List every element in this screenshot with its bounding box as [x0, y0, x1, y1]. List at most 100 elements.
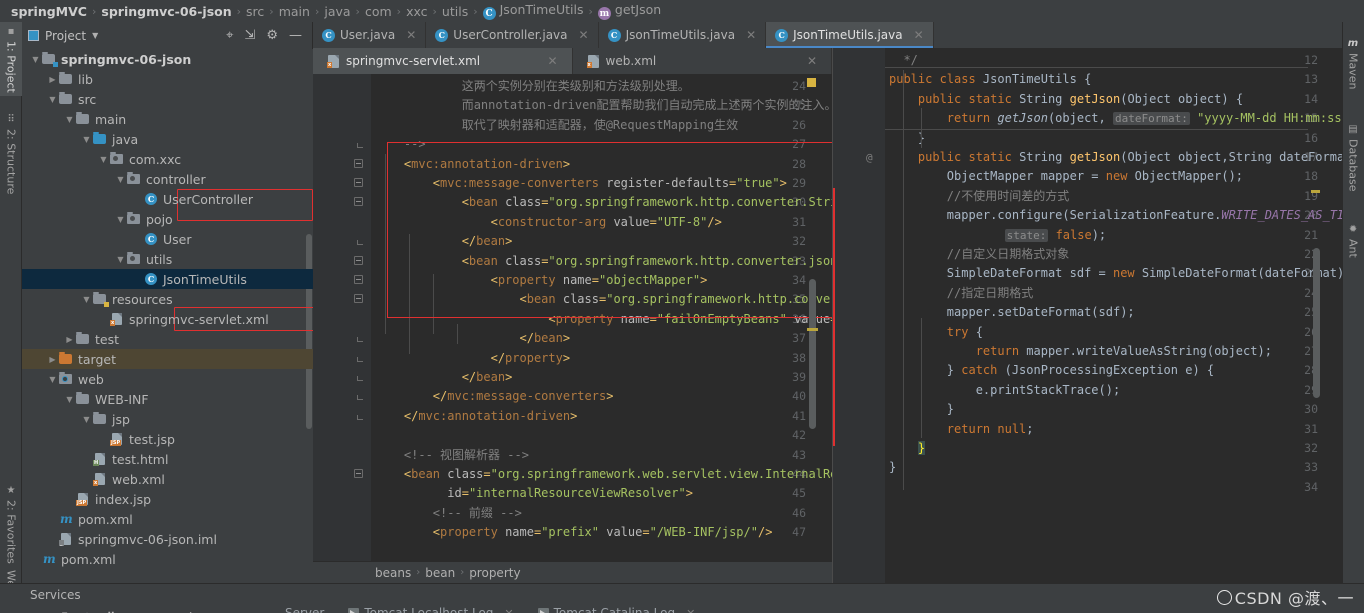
- tree-node-target[interactable]: ▶ target: [22, 349, 313, 369]
- breadcrumb-item-com[interactable]: com: [362, 4, 395, 19]
- tree-node-test[interactable]: ▶ test: [22, 329, 313, 349]
- settings-gear-icon[interactable]: ⚙: [266, 29, 278, 42]
- editor-tab-jsontimeutils-java-3[interactable]: C JsonTimeUtils.java ✕: [766, 22, 934, 48]
- chevron-down-icon[interactable]: ▼: [47, 375, 58, 384]
- breadcrumb-item-getjson[interactable]: m getJson: [595, 2, 664, 21]
- java-code-view[interactable]: 12 */13 public class JsonTimeUtils {14 pu…: [833, 48, 1342, 583]
- code-folding-toggle[interactable]: [354, 469, 363, 478]
- chevron-down-icon[interactable]: ▼: [47, 95, 58, 104]
- code-folding-toggle[interactable]: [354, 372, 363, 381]
- tree-node-resources[interactable]: ▼ resources: [22, 289, 313, 309]
- xml-tab-springmvc-servlet-xml[interactable]: x springmvc-servlet.xml ✕: [313, 48, 573, 74]
- java-vertical-scrollbar[interactable]: [1313, 248, 1320, 398]
- close-icon[interactable]: ✕: [504, 607, 513, 613]
- xml-code-view[interactable]: 24 这两个实例分别在类级别和方法级别处理。 25 而annotation-dri…: [313, 74, 832, 561]
- tree-node-pom-xml[interactable]: ▶mpom.xml: [22, 509, 313, 529]
- editor-tab-user-java-0[interactable]: C User.java ✕: [313, 22, 427, 48]
- code-folding-toggle[interactable]: [354, 178, 363, 187]
- xml-tab-web-xml[interactable]: x web.xml ✕: [573, 48, 832, 74]
- tree-node-user[interactable]: ▶CUser: [22, 229, 313, 249]
- tree-node-jsp[interactable]: ▼ jsp: [22, 409, 313, 429]
- close-icon[interactable]: ✕: [547, 54, 557, 68]
- code-folding-toggle[interactable]: [354, 158, 363, 168]
- tree-node-springmvc-06-json[interactable]: ▼ springmvc-06-json: [22, 49, 313, 69]
- tree-node-springmvc-servlet-xml[interactable]: ▶xspringmvc-servlet.xml: [22, 309, 313, 329]
- tree-node-web[interactable]: ▼ web: [22, 369, 313, 389]
- chevron-right-icon[interactable]: ▶: [47, 355, 58, 364]
- locate-icon[interactable]: ⌖: [226, 29, 233, 42]
- code-folding-toggle[interactable]: [354, 411, 363, 420]
- xml-breadcrumb-item-bean[interactable]: bean: [425, 566, 455, 580]
- close-icon[interactable]: ✕: [807, 54, 817, 68]
- code-folding-toggle[interactable]: [354, 391, 363, 401]
- chevron-down-icon[interactable]: ▼: [64, 115, 75, 124]
- tree-node-src[interactable]: ▼ src: [22, 89, 313, 109]
- services-item-tomcat-catalina-log[interactable]: Tomcat Catalina Log ✕: [537, 606, 695, 613]
- gutter-annotation-marker[interactable]: @: [866, 148, 873, 167]
- tree-node-com-xxc[interactable]: ▼ com.xxc: [22, 149, 313, 169]
- close-icon[interactable]: ✕: [914, 28, 924, 42]
- chevron-right-icon[interactable]: ▶: [47, 75, 58, 84]
- tree-node-test-html[interactable]: ▶Htest.html: [22, 449, 313, 469]
- breadcrumb-item-springmvc-06-json[interactable]: springmvc-06-json: [98, 4, 234, 19]
- tree-node-java[interactable]: ▼ java: [22, 129, 313, 149]
- chevron-down-icon[interactable]: ▼: [115, 255, 126, 264]
- project-tree[interactable]: ▼ springmvc-06-json ▶ lib ▼ src ▼ main ▼ java ▼ com…: [22, 49, 313, 583]
- breadcrumb-item-main[interactable]: main: [276, 4, 313, 19]
- chevron-down-icon[interactable]: ▼: [115, 175, 126, 184]
- code-folding-toggle[interactable]: [354, 294, 363, 304]
- sidebar-tab-database[interactable]: ▤ Database: [1342, 110, 1364, 206]
- editor-tab-jsontimeutils-java-2[interactable]: C JsonTimeUtils.java ✕: [599, 22, 767, 48]
- tree-node-web-inf[interactable]: ▼ WEB-INF: [22, 389, 313, 409]
- chevron-down-icon[interactable]: ▼: [81, 415, 92, 424]
- tree-node-usercontroller[interactable]: ▶CUserController: [22, 189, 313, 209]
- breadcrumb-item-java[interactable]: java: [321, 4, 353, 19]
- breadcrumb-item-src[interactable]: src: [243, 4, 267, 19]
- collapse-all-icon[interactable]: ⤓: [84, 610, 89, 613]
- code-folding-toggle[interactable]: [354, 333, 363, 343]
- chevron-down-icon[interactable]: ▼: [98, 155, 109, 164]
- tree-node-pom-xml[interactable]: ▶mpom.xml: [22, 549, 313, 569]
- inspection-warning-marker-2[interactable]: [807, 328, 818, 331]
- tree-node-jsontimeutils[interactable]: ▶CJsonTimeUtils: [22, 269, 313, 289]
- chevron-right-icon[interactable]: ▶: [64, 335, 75, 344]
- close-icon[interactable]: ✕: [406, 28, 416, 42]
- expand-all-icon[interactable]: ⤒: [62, 610, 67, 613]
- services-item-server[interactable]: Server: [285, 606, 324, 613]
- collapse-all-icon[interactable]: ⇲: [244, 29, 255, 42]
- code-folding-toggle[interactable]: [354, 197, 363, 207]
- breadcrumb-item-utils[interactable]: utils: [439, 4, 471, 19]
- close-icon[interactable]: ✕: [746, 28, 756, 42]
- sidebar-tab-favorites[interactable]: ★ 2: Favorites: [0, 477, 22, 572]
- sidebar-tab-project[interactable]: ▪ 1: Project: [0, 22, 22, 96]
- inspection-warning-marker[interactable]: [807, 78, 816, 87]
- chevron-down-icon[interactable]: ▼: [30, 55, 41, 64]
- editor-vertical-scrollbar[interactable]: [809, 279, 816, 429]
- editor-tab-usercontroller-java-1[interactable]: C UserController.java ✕: [426, 22, 599, 48]
- sidebar-tab-maven[interactable]: m Maven: [1342, 24, 1364, 104]
- chevron-down-icon[interactable]: ▼: [115, 215, 126, 224]
- code-folding-toggle[interactable]: [354, 275, 363, 284]
- sidebar-tab-structure[interactable]: ⠿ 2: Structure: [0, 108, 22, 200]
- tree-node-pojo[interactable]: ▼ pojo: [22, 209, 313, 229]
- chevron-down-icon[interactable]: ▼: [81, 135, 92, 144]
- sidebar-tab-ant[interactable]: ✹ Ant: [1342, 212, 1364, 270]
- breadcrumb-item-springmvc[interactable]: springMVC: [8, 4, 90, 19]
- chevron-down-icon[interactable]: ▼: [64, 395, 75, 404]
- close-icon[interactable]: ✕: [686, 607, 695, 613]
- xml-breadcrumb-item-property[interactable]: property: [469, 566, 520, 580]
- breadcrumb-item-jsontimeutils[interactable]: C JsonTimeUtils: [480, 2, 587, 21]
- chevron-down-icon[interactable]: ▼: [81, 295, 92, 304]
- code-folding-toggle[interactable]: [354, 236, 363, 246]
- tree-node-springmvc-06-json-iml[interactable]: ▶_springmvc-06-json.iml: [22, 529, 313, 549]
- tree-node-index-jsp[interactable]: ▶JSPindex.jsp: [22, 489, 313, 509]
- tree-node-controller[interactable]: ▼ controller: [22, 169, 313, 189]
- code-folding-toggle[interactable]: [354, 139, 363, 149]
- tree-node-utils[interactable]: ▼ utils: [22, 249, 313, 269]
- chevron-down-icon[interactable]: ▼: [92, 31, 98, 40]
- code-folding-toggle[interactable]: [354, 353, 363, 362]
- close-icon[interactable]: ✕: [579, 28, 589, 42]
- code-folding-toggle[interactable]: [354, 255, 363, 265]
- hide-icon[interactable]: —: [289, 29, 302, 42]
- tree-node-lib[interactable]: ▶ lib: [22, 69, 313, 89]
